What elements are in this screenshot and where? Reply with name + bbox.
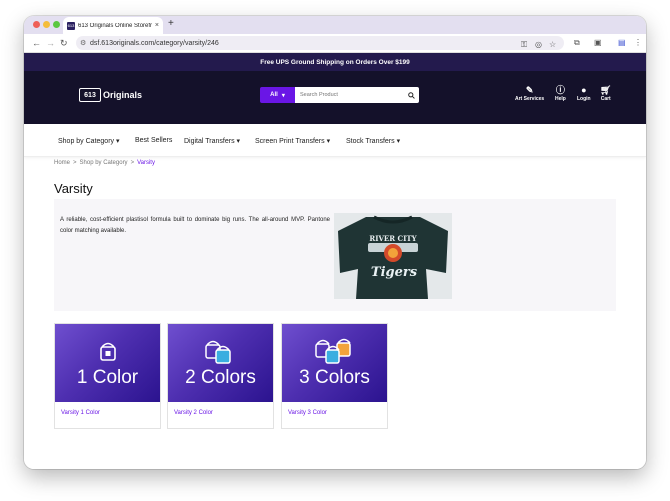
tshirt-photo: RIVER CITY Tigers bbox=[334, 213, 452, 299]
tab-close-icon[interactable]: × bbox=[155, 22, 159, 29]
card-caption[interactable]: Varsity 2 Color bbox=[174, 410, 213, 416]
breadcrumb-current: Varsity bbox=[137, 160, 155, 166]
bookmark-star-icon[interactable]: ☆ bbox=[549, 40, 556, 49]
nav-screen-print-transfers[interactable]: Screen Print Transfers ▾ bbox=[255, 137, 330, 145]
card-banner: 1 Color bbox=[55, 324, 160, 402]
category-nav: Shop by Category ▾ Best Sellers Digital … bbox=[24, 124, 646, 157]
search-bar: All ▾ bbox=[260, 87, 419, 103]
category-description: A reliable, cost-efficient plastisol for… bbox=[54, 199, 616, 311]
url-text: dsf.613originals.com/category/varsity/24… bbox=[90, 39, 219, 47]
image-text-mid: Tigers bbox=[371, 265, 418, 280]
browser-toolbar: ← → ↻ ⚙ dsf.613originals.com/category/va… bbox=[24, 34, 646, 53]
search-button[interactable] bbox=[403, 87, 419, 103]
nav-digital-transfers[interactable]: Digital Transfers ▾ bbox=[184, 137, 240, 145]
ink-buckets-icon bbox=[315, 338, 351, 364]
breadcrumb-category[interactable]: Shop by Category bbox=[80, 160, 128, 166]
login-label: Login bbox=[577, 96, 591, 102]
promo-bar: Free UPS Ground Shipping on Orders Over … bbox=[24, 53, 646, 71]
site-header: 613 Originals All ▾ ✎ Art Services ⓘ Hel bbox=[24, 71, 646, 124]
card-caption[interactable]: Varsity 3 Color bbox=[288, 410, 327, 416]
forward-icon[interactable]: → bbox=[46, 38, 55, 48]
chevron-right-icon: > bbox=[73, 160, 77, 166]
address-bar[interactable]: ⚙ dsf.613originals.com/category/varsity/… bbox=[76, 36, 564, 50]
web-page: Free UPS Ground Shipping on Orders Over … bbox=[24, 53, 646, 469]
image-text-top: RIVER CITY bbox=[369, 234, 417, 243]
eye-off-icon[interactable]: ◎ bbox=[535, 40, 542, 49]
chevron-down-icon: ▾ bbox=[281, 92, 285, 99]
nav-stock-transfers[interactable]: Stock Transfers ▾ bbox=[346, 137, 400, 145]
breadcrumb-home[interactable]: Home bbox=[54, 160, 70, 166]
category-card-1-color[interactable]: 1 Color Varsity 1 Color bbox=[54, 323, 161, 429]
category-image: RIVER CITY Tigers bbox=[334, 213, 452, 299]
back-icon[interactable]: ← bbox=[32, 38, 41, 48]
breadcrumb: Home > Shop by Category > Varsity bbox=[54, 160, 155, 166]
ink-buckets-icon bbox=[205, 340, 231, 364]
art-services-link[interactable]: ✎ Art Services bbox=[515, 85, 544, 102]
chevron-right-icon: > bbox=[130, 160, 135, 166]
help-link[interactable]: ⓘ Help bbox=[555, 85, 566, 102]
cart-label: Cart bbox=[600, 96, 611, 102]
extensions-icon[interactable]: ⧉ bbox=[574, 38, 580, 47]
maximize-window-button[interactable] bbox=[53, 21, 60, 28]
favicon-icon: 613 bbox=[67, 21, 75, 30]
card-banner-text: 3 Colors bbox=[299, 367, 370, 388]
site-info-icon[interactable]: ⚙ bbox=[80, 39, 86, 47]
browser-window: 613 613 Originals Online Storefro × + ← … bbox=[24, 16, 646, 469]
category-card-2-colors[interactable]: 2 Colors Varsity 2 Color bbox=[167, 323, 274, 429]
login-link[interactable]: ● Login bbox=[577, 85, 591, 102]
category-card-3-colors[interactable]: 3 Colors Varsity 3 Color bbox=[281, 323, 388, 429]
close-window-button[interactable] bbox=[33, 21, 40, 28]
card-banner: 3 Colors bbox=[282, 324, 387, 402]
art-services-label: Art Services bbox=[515, 96, 545, 102]
nav-shop-by-category[interactable]: Shop by Category ▾ bbox=[58, 137, 120, 145]
search-category-select[interactable]: All ▾ bbox=[260, 87, 295, 103]
user-icon: ● bbox=[581, 85, 587, 95]
info-icon: ⓘ bbox=[555, 85, 565, 95]
tab-strip: 613 613 Originals Online Storefro × + bbox=[24, 16, 646, 34]
logo-name: Originals bbox=[103, 90, 143, 100]
search-input[interactable] bbox=[295, 87, 403, 103]
logo-mark: 613 bbox=[79, 88, 101, 102]
search-category-label: All bbox=[270, 92, 278, 98]
brush-icon: ✎ bbox=[525, 85, 534, 95]
site-logo[interactable]: 613 Originals bbox=[79, 88, 142, 102]
card-banner-text: 1 Color bbox=[76, 367, 139, 388]
key-icon[interactable]: ⚿ bbox=[521, 40, 527, 49]
menu-kebab-icon[interactable]: ⋮ bbox=[634, 38, 642, 47]
card-banner: 2 Colors bbox=[168, 324, 273, 402]
new-tab-button[interactable]: + bbox=[168, 19, 174, 29]
cart-link[interactable]: 🛒︎ Cart bbox=[600, 85, 611, 102]
profile-icon[interactable]: ▤ bbox=[618, 38, 626, 47]
search-icon bbox=[407, 91, 415, 99]
card-caption[interactable]: Varsity 1 Color bbox=[61, 410, 100, 416]
description-text: A reliable, cost-efficient plastisol for… bbox=[60, 217, 330, 234]
page-title: Varsity bbox=[54, 181, 93, 196]
minimize-window-button[interactable] bbox=[43, 21, 50, 28]
ink-bucket-icon bbox=[100, 342, 116, 361]
browser-tab[interactable]: 613 613 Originals Online Storefro × bbox=[63, 17, 163, 34]
tab-title: 613 Originals Online Storefro bbox=[78, 22, 152, 29]
card-banner-text: 2 Colors bbox=[185, 367, 256, 388]
nav-best-sellers[interactable]: Best Sellers bbox=[135, 137, 172, 144]
cart-icon: 🛒︎ bbox=[600, 85, 612, 95]
help-label: Help bbox=[555, 96, 566, 102]
reload-icon[interactable]: ↻ bbox=[60, 38, 68, 48]
sidepanel-icon[interactable]: ▣ bbox=[594, 38, 602, 47]
